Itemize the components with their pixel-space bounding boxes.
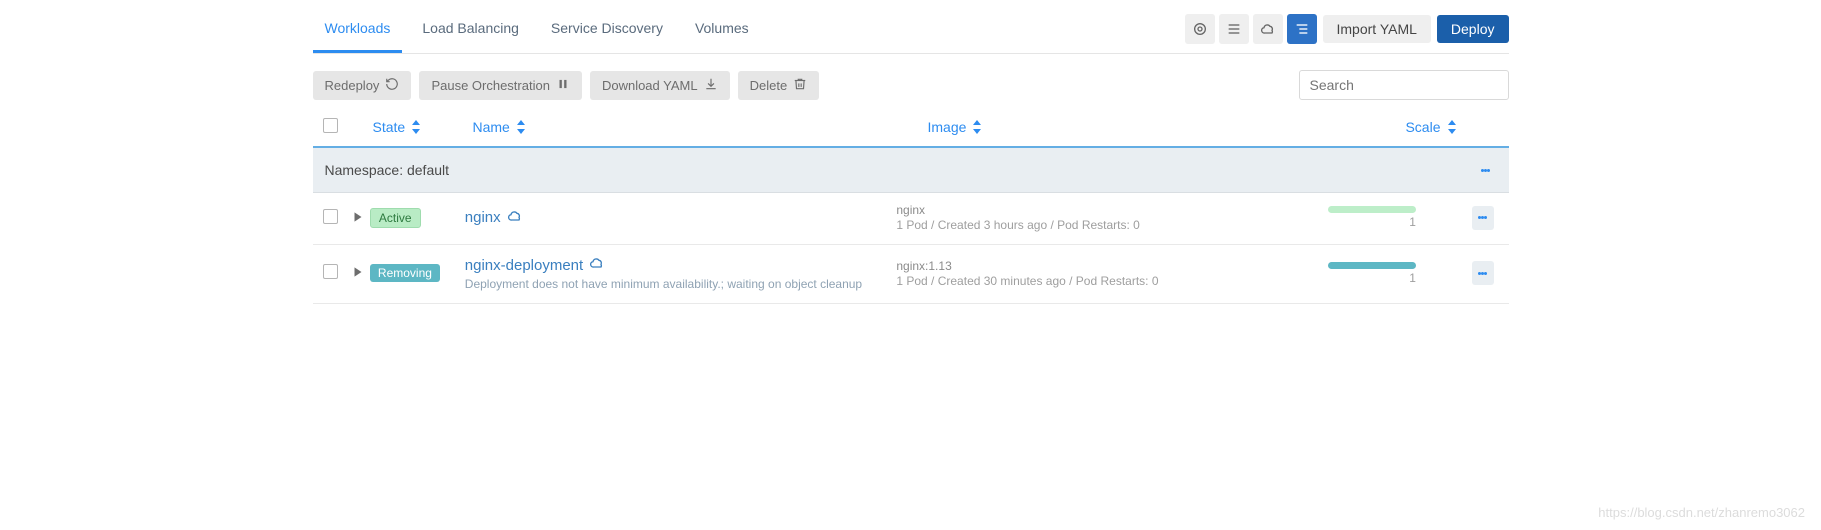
- header-scale[interactable]: Scale: [1405, 119, 1456, 135]
- redeploy-icon[interactable]: [507, 208, 523, 228]
- header-state[interactable]: State: [373, 119, 422, 135]
- pause-icon: [556, 77, 570, 94]
- watermark: https://blog.csdn.net/zhanremo3062: [1598, 505, 1805, 520]
- sort-icon: [516, 120, 526, 134]
- row-checkbox[interactable]: [323, 264, 338, 279]
- sort-icon: [972, 120, 982, 134]
- sort-icon: [411, 120, 421, 134]
- table-header: State Name Image Scale: [313, 110, 1509, 148]
- group-menu-button[interactable]: [1475, 158, 1497, 182]
- download-icon: [704, 77, 718, 94]
- workload-substatus: Deployment does not have minimum availab…: [465, 277, 897, 291]
- view-mode-group: [1185, 14, 1317, 44]
- scale-count: 1: [1409, 271, 1416, 285]
- namespace-label: Namespace: default: [325, 162, 450, 178]
- tab-volumes[interactable]: Volumes: [683, 10, 761, 53]
- redeploy-button[interactable]: Redeploy: [313, 71, 412, 100]
- undo-icon: [385, 77, 399, 94]
- row-menu-button[interactable]: [1472, 206, 1494, 230]
- view-cloud-icon[interactable]: [1253, 14, 1283, 44]
- scale-count: 1: [1409, 215, 1416, 229]
- expand-icon[interactable]: [351, 265, 365, 279]
- table-row: Active nginx nginx 1 Pod / Created 3 hou…: [313, 193, 1509, 245]
- search-input[interactable]: [1299, 70, 1509, 100]
- tab-load-balancing[interactable]: Load Balancing: [410, 10, 531, 53]
- status-badge: Removing: [370, 264, 440, 282]
- image-name: nginx: [896, 203, 1328, 217]
- sort-icon: [1447, 120, 1457, 134]
- image-meta: 1 Pod / Created 3 hours ago / Pod Restar…: [896, 218, 1328, 232]
- view-group-icon[interactable]: [1287, 14, 1317, 44]
- workload-name-link[interactable]: nginx-deployment: [465, 255, 605, 275]
- status-badge: Active: [370, 208, 421, 228]
- image-name: nginx:1.13: [896, 259, 1328, 273]
- tab-workloads[interactable]: Workloads: [313, 10, 403, 53]
- select-all-checkbox[interactable]: [323, 118, 338, 133]
- deploy-button[interactable]: Deploy: [1437, 15, 1509, 43]
- tab-service-discovery[interactable]: Service Discovery: [539, 10, 675, 53]
- scale-bar: [1328, 206, 1416, 213]
- view-list-icon[interactable]: [1219, 14, 1249, 44]
- expand-icon[interactable]: [351, 210, 365, 224]
- download-label: Download YAML: [602, 78, 698, 93]
- redeploy-label: Redeploy: [325, 78, 380, 93]
- pause-label: Pause Orchestration: [431, 78, 550, 93]
- pause-orchestration-button[interactable]: Pause Orchestration: [419, 71, 582, 100]
- namespace-group-row: Namespace: default: [313, 148, 1509, 193]
- main-tabs: Workloads Load Balancing Service Discove…: [313, 10, 761, 53]
- workload-name-link[interactable]: nginx: [465, 208, 523, 228]
- download-yaml-button[interactable]: Download YAML: [590, 71, 730, 100]
- header-name[interactable]: Name: [473, 119, 526, 135]
- delete-button[interactable]: Delete: [738, 71, 820, 100]
- delete-label: Delete: [750, 78, 788, 93]
- row-checkbox[interactable]: [323, 209, 338, 224]
- redeploy-icon[interactable]: [589, 255, 605, 275]
- import-yaml-button[interactable]: Import YAML: [1323, 15, 1431, 43]
- image-meta: 1 Pod / Created 30 minutes ago / Pod Res…: [896, 274, 1328, 288]
- scale-bar: [1328, 262, 1416, 269]
- header-image[interactable]: Image: [928, 119, 983, 135]
- table-row: Removing nginx-deployment Deployment doe…: [313, 245, 1509, 304]
- view-grid-icon[interactable]: [1185, 14, 1215, 44]
- trash-icon: [793, 77, 807, 94]
- row-menu-button[interactable]: [1472, 261, 1494, 285]
